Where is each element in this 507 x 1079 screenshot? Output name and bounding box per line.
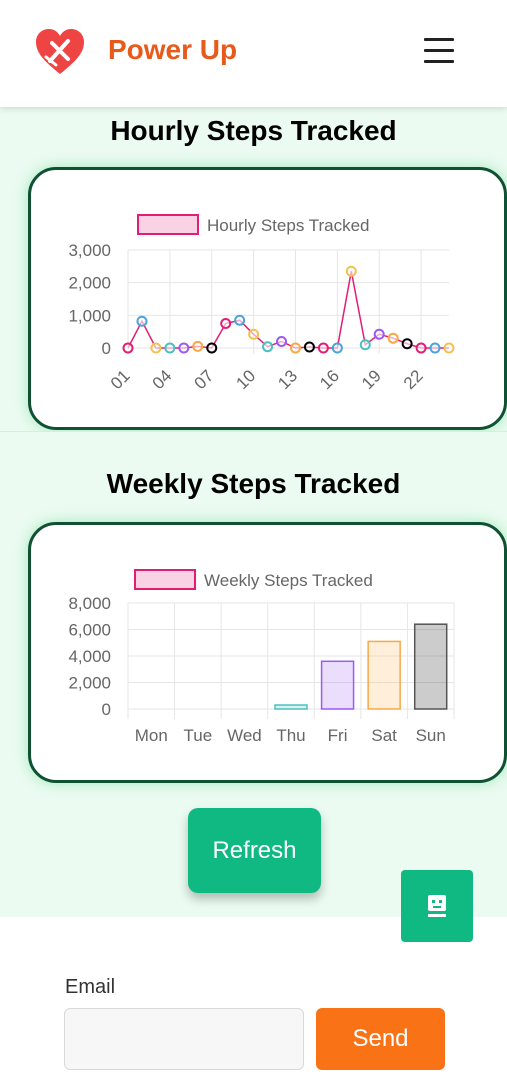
data-point [234, 314, 246, 326]
y-tick-label: 3,000 [68, 241, 111, 260]
email-label: Email [65, 976, 116, 998]
data-point [331, 342, 343, 354]
app-header: Power Up [0, 0, 507, 107]
y-tick-label: 6,000 [68, 621, 111, 640]
bar-sat [367, 640, 401, 710]
data-point [359, 339, 371, 351]
y-tick-label: 2,000 [68, 274, 111, 293]
refresh-button[interactable]: Refresh [188, 808, 321, 893]
x-tick-label: 07 [191, 366, 218, 393]
legend-swatch [137, 214, 199, 235]
data-point [429, 342, 441, 354]
legend-label: Weekly Steps Tracked [204, 571, 373, 590]
data-point [122, 342, 134, 354]
x-tick-label: Fri [328, 726, 348, 745]
data-point [317, 342, 329, 354]
legend-label: Hourly Steps Tracked [207, 216, 370, 235]
x-tick-label: Tue [184, 726, 213, 745]
send-button[interactable]: Send [316, 1008, 445, 1070]
hourly-line-chart: Hourly Steps Tracked 3,000 2,000 1,000 0 01 04… [68, 214, 455, 393]
bar-fri [320, 660, 355, 710]
weekly-title: Weekly Steps Tracked [106, 468, 401, 499]
hourly-title: Hourly Steps Tracked [110, 115, 397, 146]
weekly-section: Weekly Steps Tracked Weekly Steps Tracke… [0, 431, 507, 917]
data-point [262, 341, 274, 353]
y-tick-label: 2,000 [68, 674, 111, 693]
x-tick-label: Sat [371, 726, 397, 745]
brand-title[interactable]: Power Up [108, 34, 237, 66]
data-point [220, 318, 232, 329]
heart-logo-icon[interactable] [34, 27, 86, 77]
weekly-bar-chart: Weekly Steps Tracked 8,000 6,000 4,000 2,000… [68, 569, 455, 745]
y-tick-label: 8,000 [68, 594, 111, 613]
legend-swatch [134, 569, 196, 590]
hourly-section: Hourly Steps Tracked Hourly Steps Tracke… [0, 107, 507, 431]
x-tick-label: 01 [107, 366, 134, 393]
x-tick-label: 13 [274, 366, 301, 393]
hamburger-menu-icon[interactable] [424, 38, 454, 66]
data-point [415, 342, 427, 354]
hourly-chart-card: Hourly Steps Tracked 3,000 2,000 1,000 0 01 04… [28, 167, 507, 430]
bar-thu [274, 704, 308, 710]
x-tick-label: Thu [276, 726, 305, 745]
footer-form: Email Send [0, 918, 507, 1079]
data-point [276, 335, 288, 347]
y-tick-label: 4,000 [68, 647, 111, 666]
data-point [192, 340, 204, 352]
data-point [387, 332, 399, 344]
data-point [178, 342, 190, 354]
weekly-chart-card: Weekly Steps Tracked 8,000 6,000 4,000 2,000… [28, 522, 507, 783]
bar-sun [413, 623, 448, 710]
data-point [150, 342, 162, 354]
x-tick-label: Mon [135, 726, 168, 745]
data-point [136, 315, 148, 327]
data-point [248, 328, 260, 340]
x-tick-label: 22 [400, 366, 427, 393]
x-tick-label: Sun [416, 726, 446, 745]
y-tick-label: 1,000 [68, 306, 111, 325]
x-tick-label: 04 [149, 366, 176, 393]
data-point [289, 342, 301, 354]
y-tick-label: 0 [102, 700, 111, 719]
x-tick-label: Wed [227, 726, 262, 745]
x-tick-label: 19 [358, 366, 385, 393]
x-tick-label: 16 [316, 366, 343, 393]
data-point [345, 265, 357, 277]
data-point [373, 328, 385, 340]
data-point [164, 342, 176, 354]
data-point [303, 341, 315, 353]
data-point [401, 338, 413, 350]
x-tick-label: 10 [232, 366, 259, 393]
email-input[interactable] [64, 1008, 304, 1070]
data-point [206, 342, 218, 354]
robot-chat-icon[interactable] [401, 870, 473, 942]
y-tick-label: 0 [102, 339, 111, 358]
data-point [443, 342, 455, 354]
